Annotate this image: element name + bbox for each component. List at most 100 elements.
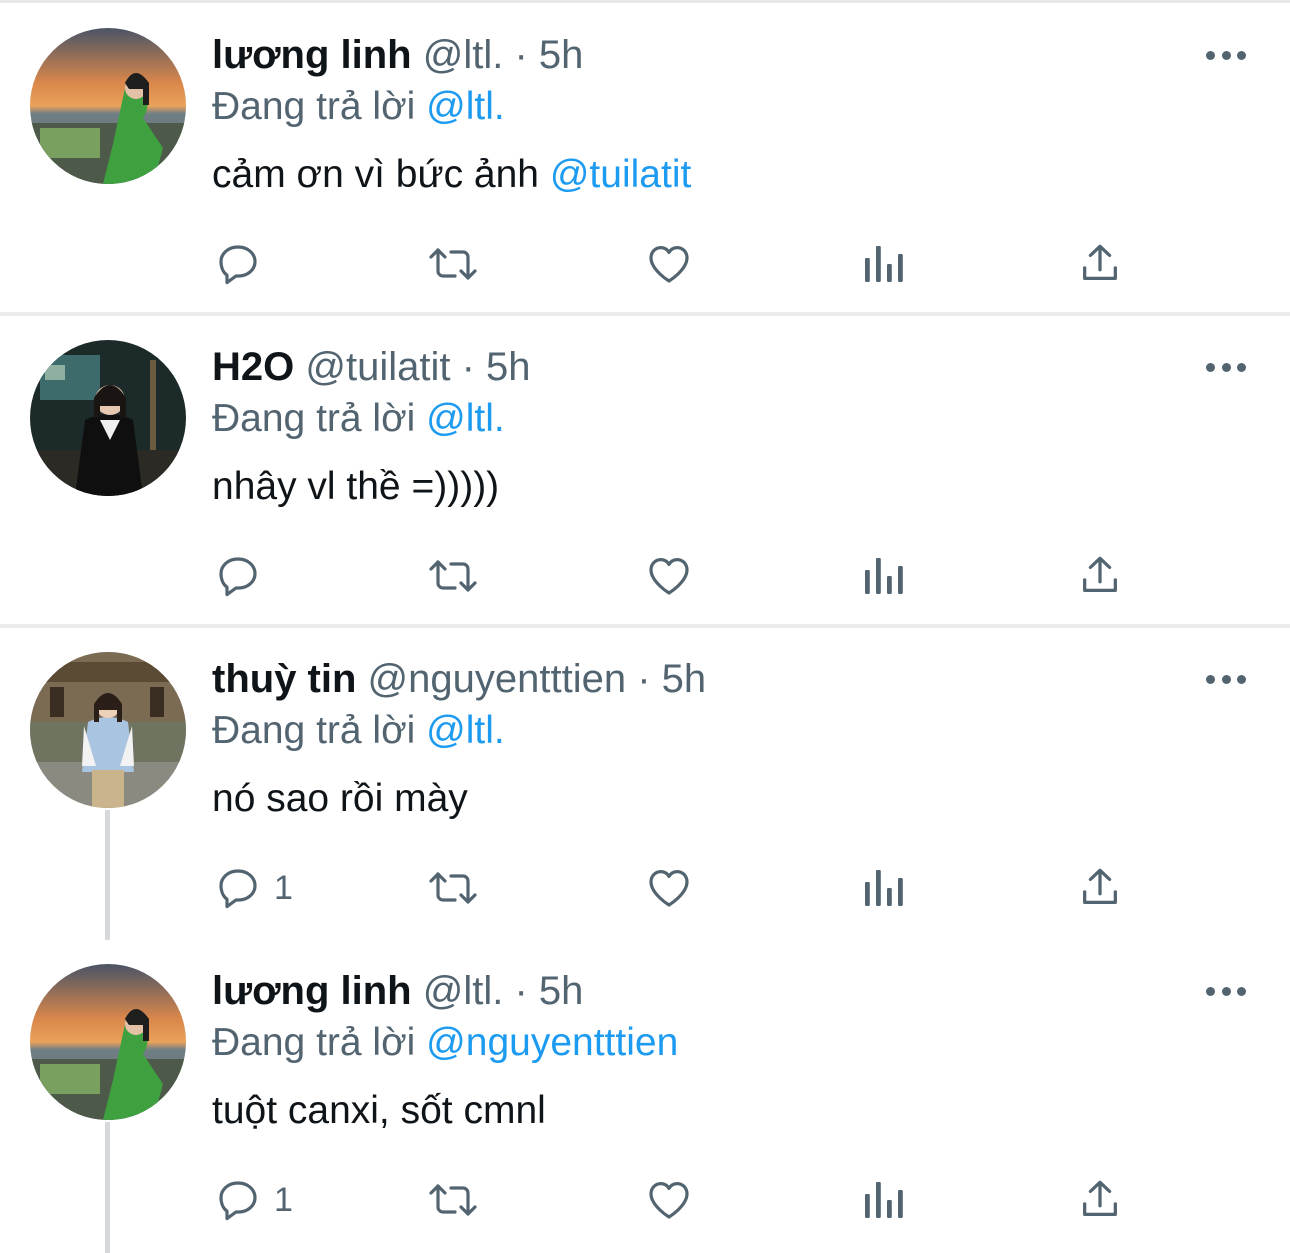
bar-chart-icon bbox=[863, 244, 907, 284]
author-name[interactable]: lương linh bbox=[212, 969, 412, 1013]
share-button[interactable] bbox=[1077, 1172, 1123, 1228]
heart-icon bbox=[644, 552, 694, 600]
more-dot bbox=[1237, 50, 1246, 60]
replying-to-label: Đang trả lời bbox=[212, 1021, 416, 1064]
share-upload-icon bbox=[1077, 240, 1123, 288]
replying-to: Đang trả lời @ltl. bbox=[212, 394, 505, 444]
tweet-time[interactable]: · 5h bbox=[637, 657, 706, 701]
more-dots-icon bbox=[1206, 986, 1215, 996]
replying-to-mention[interactable]: @nguyentttien bbox=[426, 1021, 678, 1064]
more-dot bbox=[1237, 986, 1246, 996]
replying-to-label: Đang trả lời bbox=[212, 709, 416, 752]
tweet-text-content: cảm ơn vì bức ảnh bbox=[212, 153, 539, 196]
reply-count: 1 bbox=[274, 1181, 293, 1219]
thread-line bbox=[105, 1122, 110, 1253]
replying-to: Đang trả lời @ltl. bbox=[212, 706, 505, 756]
author-handle[interactable]: @ltl. bbox=[423, 33, 504, 77]
retweet-button[interactable] bbox=[425, 236, 481, 292]
replying-to: Đang trả lời @ltl. bbox=[212, 82, 505, 132]
more-dot bbox=[1221, 986, 1231, 996]
tweet-header: H2O @tuilatit · 5h bbox=[212, 342, 531, 392]
tweet-text: cảm ơn vì bức ảnh @tuilatit bbox=[212, 150, 691, 200]
views-button[interactable] bbox=[863, 860, 907, 916]
tweet-text-mention[interactable]: @tuilatit bbox=[550, 153, 691, 196]
like-button[interactable] bbox=[644, 860, 694, 916]
views-button[interactable] bbox=[863, 236, 907, 292]
avatar-h2o[interactable] bbox=[30, 340, 186, 496]
bar-chart-icon bbox=[863, 1180, 907, 1220]
author-handle[interactable]: @tuilatit bbox=[305, 345, 450, 389]
share-upload-icon bbox=[1077, 864, 1123, 912]
author-name[interactable]: H2O bbox=[212, 345, 294, 389]
more-dots-icon bbox=[1206, 362, 1215, 372]
more-dot bbox=[1221, 674, 1231, 684]
retweet-button[interactable] bbox=[425, 860, 481, 916]
avatar-luong-linh[interactable] bbox=[30, 964, 186, 1120]
more-dot bbox=[1237, 674, 1246, 684]
retweet-arrows-icon bbox=[425, 552, 481, 600]
heart-icon bbox=[644, 240, 694, 288]
heart-icon bbox=[644, 1176, 694, 1224]
share-upload-icon bbox=[1077, 1176, 1123, 1224]
replying-to-mention[interactable]: @ltl. bbox=[426, 709, 505, 752]
author-handle[interactable]: @ltl. bbox=[423, 969, 504, 1013]
replying-to-label: Đang trả lời bbox=[212, 85, 416, 128]
avatar-thuy-tin[interactable] bbox=[30, 652, 186, 808]
avatar-photo-icon bbox=[30, 652, 186, 808]
more-dot bbox=[1237, 362, 1246, 372]
like-button[interactable] bbox=[644, 236, 694, 292]
tweet-time[interactable]: · 5h bbox=[514, 33, 583, 77]
retweet-button[interactable] bbox=[425, 548, 481, 604]
thread-line bbox=[105, 810, 110, 940]
tweet-time[interactable]: · 5h bbox=[462, 345, 531, 389]
share-button[interactable] bbox=[1077, 236, 1123, 292]
tweet-header: lương linh @ltl. · 5h bbox=[212, 966, 583, 1016]
tweet-text: nó sao rồi mày bbox=[212, 774, 468, 824]
replying-to-mention[interactable]: @ltl. bbox=[426, 85, 505, 128]
speech-bubble-icon bbox=[214, 240, 262, 288]
avatar-photo-icon bbox=[30, 28, 186, 184]
retweet-arrows-icon bbox=[425, 1176, 481, 1224]
author-name[interactable]: thuỳ tin bbox=[212, 657, 356, 701]
share-upload-icon bbox=[1077, 552, 1123, 600]
retweet-arrows-icon bbox=[425, 240, 481, 288]
replying-to-label: Đang trả lời bbox=[212, 397, 416, 440]
tweet-feed: lương linh @ltl. · 5h Đang trả lời @ltl.… bbox=[0, 0, 1290, 1253]
more-dots-icon bbox=[1206, 674, 1215, 684]
views-button[interactable] bbox=[863, 1172, 907, 1228]
bar-chart-icon bbox=[863, 868, 907, 908]
speech-bubble-icon bbox=[214, 1176, 262, 1224]
views-button[interactable] bbox=[863, 548, 907, 604]
more-dot bbox=[1221, 50, 1231, 60]
tweet-header: lương linh @ltl. · 5h bbox=[212, 30, 583, 80]
tweet-text-content: nhây vl thề =))))) bbox=[212, 465, 500, 508]
bar-chart-icon bbox=[863, 556, 907, 596]
tweet-time[interactable]: · 5h bbox=[514, 969, 583, 1013]
more-dot bbox=[1221, 362, 1231, 372]
like-button[interactable] bbox=[644, 1172, 694, 1228]
share-button[interactable] bbox=[1077, 860, 1123, 916]
tweet-text-content: nó sao rồi mày bbox=[212, 777, 468, 820]
author-name[interactable]: lương linh bbox=[212, 33, 412, 77]
avatar-luong-linh[interactable] bbox=[30, 28, 186, 184]
reply-button[interactable]: 1 bbox=[214, 860, 293, 916]
reply-button[interactable]: 1 bbox=[214, 1172, 293, 1228]
retweet-button[interactable] bbox=[425, 1172, 481, 1228]
tweet-text: nhây vl thề =))))) bbox=[212, 462, 499, 512]
more-button[interactable] bbox=[1200, 43, 1252, 67]
more-button[interactable] bbox=[1200, 667, 1252, 691]
tweet-text: tuột canxi, sốt cmnl bbox=[212, 1086, 546, 1136]
author-handle[interactable]: @nguyentttien bbox=[368, 657, 627, 701]
heart-icon bbox=[644, 864, 694, 912]
speech-bubble-icon bbox=[214, 864, 262, 912]
replying-to-mention[interactable]: @ltl. bbox=[426, 397, 505, 440]
tweet-text-content: tuột canxi, sốt cmnl bbox=[212, 1089, 546, 1132]
like-button[interactable] bbox=[644, 548, 694, 604]
replying-to: Đang trả lời @nguyentttien bbox=[212, 1018, 678, 1068]
reply-button[interactable] bbox=[214, 548, 274, 604]
reply-button[interactable] bbox=[214, 236, 274, 292]
share-button[interactable] bbox=[1077, 548, 1123, 604]
more-button[interactable] bbox=[1200, 355, 1252, 379]
reply-count: 1 bbox=[274, 869, 293, 907]
more-button[interactable] bbox=[1200, 979, 1252, 1003]
